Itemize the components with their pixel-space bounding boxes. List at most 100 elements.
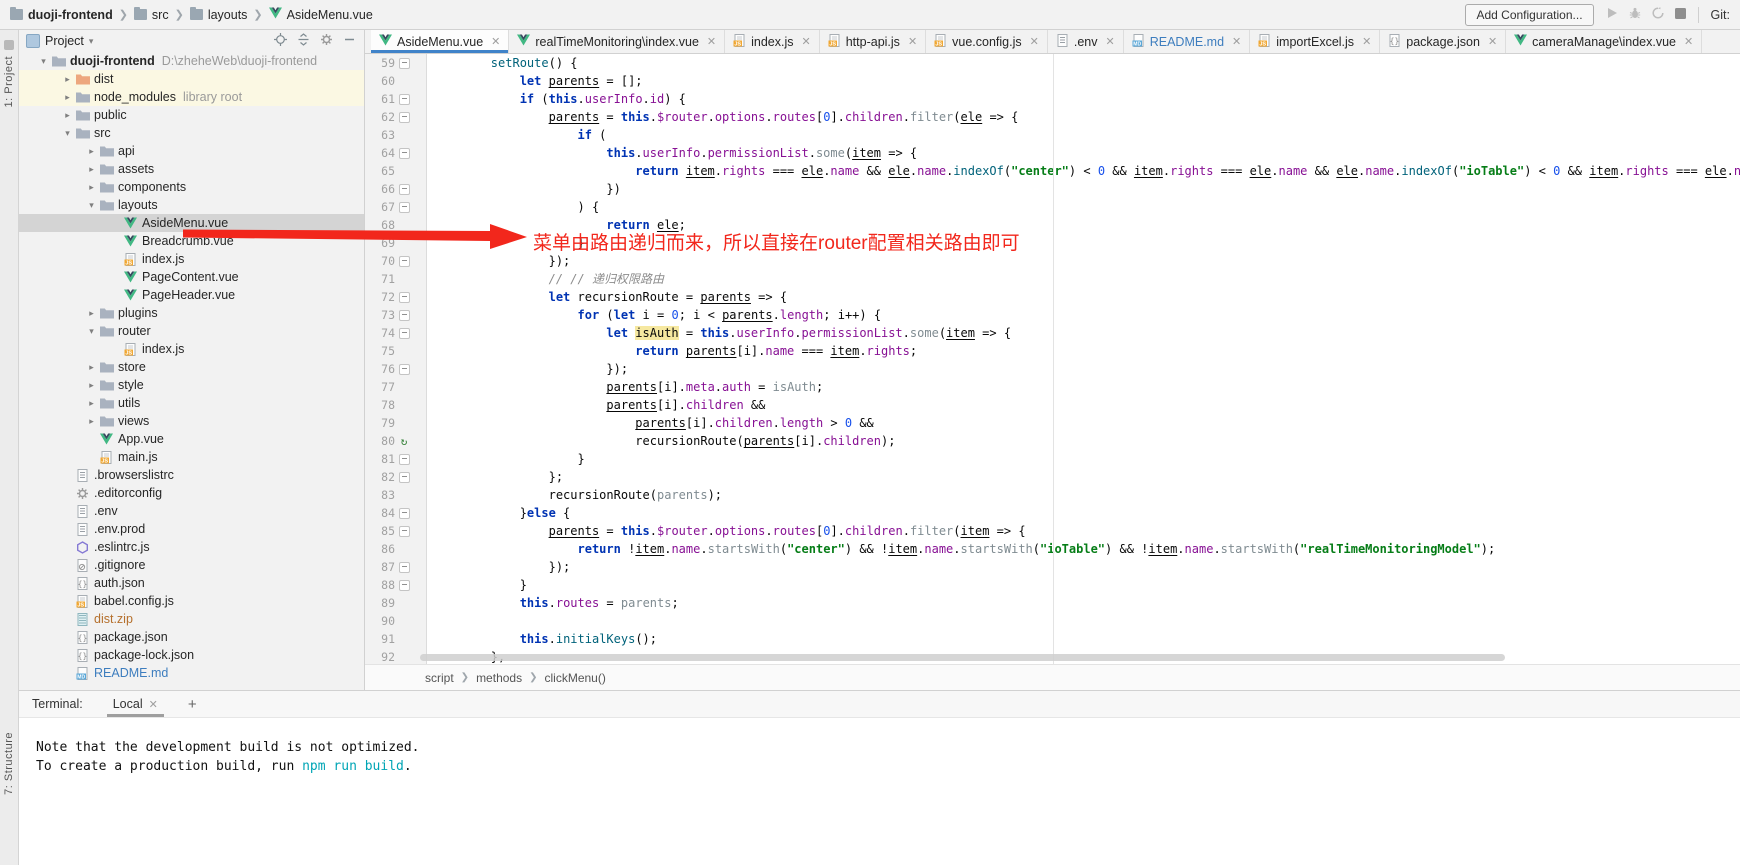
tree-item-store[interactable]: ▸store — [18, 358, 364, 376]
tree-item-dist[interactable]: ▸dist — [18, 70, 364, 88]
tree-item-app-vue[interactable]: App.vue — [18, 430, 364, 448]
project-view-selector[interactable]: Project — [45, 34, 84, 48]
tree-item-auth-json[interactable]: {}auth.json — [18, 574, 364, 592]
fold-icon[interactable] — [399, 562, 410, 573]
recursive-call-icon[interactable]: ↻ — [401, 436, 408, 447]
breadcrumb-clickmenu[interactable]: clickMenu() — [544, 671, 605, 685]
tree-item-pageheader-vue[interactable]: PageHeader.vue — [18, 286, 364, 304]
editor-gutter[interactable]: 71 — [365, 270, 427, 288]
run-icon[interactable] — [1606, 7, 1618, 22]
editor-gutter[interactable]: 88 — [365, 576, 427, 594]
fold-icon[interactable] — [399, 184, 410, 195]
tree-item-babel-config-js[interactable]: JSbabel.config.js — [18, 592, 364, 610]
chevron-down-icon[interactable]: ▾ — [84, 326, 99, 337]
fold-icon[interactable] — [399, 256, 410, 267]
editor-gutter[interactable]: 82 — [365, 468, 427, 486]
fold-icon[interactable] — [399, 472, 410, 483]
fold-icon[interactable] — [399, 94, 410, 105]
breadcrumb-methods[interactable]: methods — [476, 671, 522, 685]
chevron-right-icon[interactable]: ▸ — [84, 164, 99, 175]
tree-item-dist-zip[interactable]: dist.zip — [18, 610, 364, 628]
chevron-right-icon[interactable]: ▸ — [84, 362, 99, 373]
code-editor[interactable]: 59 setRoute() {60 let parents = [];61 if… — [365, 54, 1740, 664]
tree-item--browserslistrc[interactable]: .browserslistrc — [18, 466, 364, 484]
editor-gutter[interactable]: 65 — [365, 162, 427, 180]
close-tab-icon[interactable]: ✕ — [1106, 35, 1115, 48]
tree-item-readme-md[interactable]: MDREADME.md — [18, 664, 364, 682]
editor-gutter[interactable]: 64 — [365, 144, 427, 162]
terminal-tab-local[interactable]: Local ✕ — [107, 691, 164, 717]
tree-item-breadcrumb-vue[interactable]: Breadcrumb.vue — [18, 232, 364, 250]
tab-package-json[interactable]: {}package.json✕ — [1380, 30, 1506, 53]
tree-item-style[interactable]: ▸style — [18, 376, 364, 394]
editor-gutter[interactable]: 69 — [365, 234, 427, 252]
tree-item--gitignore[interactable]: .gitignore — [18, 556, 364, 574]
debug-icon[interactable] — [1629, 7, 1641, 22]
close-icon[interactable]: ✕ — [149, 698, 158, 711]
chevron-right-icon[interactable]: ▸ — [84, 398, 99, 409]
tree-item-package-json[interactable]: {}package.json — [18, 628, 364, 646]
tree-item-duoji-frontend[interactable]: ▾duoji-frontendD:\zheheWeb\duoji-fronten… — [18, 52, 364, 70]
editor-gutter[interactable]: 73 — [365, 306, 427, 324]
fold-icon[interactable] — [399, 580, 410, 591]
project-tool-button[interactable]: 1: Project — [0, 34, 18, 107]
horizontal-scrollbar[interactable] — [420, 654, 1505, 661]
tab-http-api-js[interactable]: JShttp-api.js✕ — [820, 30, 926, 53]
chevron-right-icon[interactable]: ▸ — [84, 308, 99, 319]
close-tab-icon[interactable]: ✕ — [1684, 35, 1693, 48]
chevron-right-icon[interactable]: ▸ — [84, 380, 99, 391]
editor-gutter[interactable]: 76 — [365, 360, 427, 378]
tree-item--editorconfig[interactable]: .editorconfig — [18, 484, 364, 502]
tree-item-assets[interactable]: ▸assets — [18, 160, 364, 178]
editor-gutter[interactable]: 70 — [365, 252, 427, 270]
chevron-down-icon[interactable]: ▾ — [84, 200, 99, 211]
tree-item-src[interactable]: ▾src — [18, 124, 364, 142]
chevron-right-icon[interactable]: ▸ — [60, 110, 75, 121]
locate-icon[interactable] — [274, 33, 287, 49]
editor-gutter[interactable]: 86 — [365, 540, 427, 558]
tab-realtimemonitoring-index-vue[interactable]: realTimeMonitoring\index.vue✕ — [509, 30, 725, 53]
close-tab-icon[interactable]: ✕ — [908, 35, 917, 48]
chevron-right-icon[interactable]: ▸ — [84, 146, 99, 157]
editor-gutter[interactable]: 87 — [365, 558, 427, 576]
tree-item-public[interactable]: ▸public — [18, 106, 364, 124]
terminal-output[interactable]: Note that the development build is not o… — [18, 718, 1740, 776]
editor-gutter[interactable]: 62 — [365, 108, 427, 126]
editor-gutter[interactable]: 89 — [365, 594, 427, 612]
editor-gutter[interactable]: 79 — [365, 414, 427, 432]
breadcrumb-layouts[interactable]: layouts — [190, 8, 248, 22]
fold-icon[interactable] — [399, 454, 410, 465]
chevron-right-icon[interactable]: ▸ — [60, 92, 75, 103]
editor-gutter[interactable]: 74 — [365, 324, 427, 342]
fold-icon[interactable] — [399, 292, 410, 303]
tab--env[interactable]: .env✕ — [1048, 30, 1124, 53]
close-tab-icon[interactable]: ✕ — [1232, 35, 1241, 48]
tree-item-api[interactable]: ▸api — [18, 142, 364, 160]
tree-item-pagecontent-vue[interactable]: PageContent.vue — [18, 268, 364, 286]
profile-icon[interactable] — [1652, 7, 1664, 22]
tree-item--env-prod[interactable]: .env.prod — [18, 520, 364, 538]
fold-icon[interactable] — [399, 508, 410, 519]
editor-gutter[interactable]: 67 — [365, 198, 427, 216]
fold-icon[interactable] — [399, 202, 410, 213]
tree-item--eslintrc-js[interactable]: .eslintrc.js — [18, 538, 364, 556]
tab-asidemenu-vue[interactable]: AsideMenu.vue✕ — [371, 30, 509, 53]
fold-icon[interactable] — [399, 310, 410, 321]
editor-gutter[interactable]: 61 — [365, 90, 427, 108]
tab-vue-config-js[interactable]: JSvue.config.js✕ — [926, 30, 1048, 53]
editor-gutter[interactable]: 72 — [365, 288, 427, 306]
hide-icon[interactable] — [343, 33, 356, 49]
settings-icon[interactable] — [320, 33, 333, 49]
tab-readme-md[interactable]: MDREADME.md✕ — [1124, 30, 1251, 53]
breadcrumb-script[interactable]: script — [425, 671, 454, 685]
tab-cameramanage-index-vue[interactable]: cameraManage\index.vue✕ — [1506, 30, 1702, 53]
editor-gutter[interactable]: 92 — [365, 648, 427, 664]
fold-icon[interactable] — [399, 526, 410, 537]
close-tab-icon[interactable]: ✕ — [1030, 35, 1039, 48]
tree-item-asidemenu-vue[interactable]: AsideMenu.vue — [18, 214, 364, 232]
editor-gutter[interactable]: 66 — [365, 180, 427, 198]
chevron-down-icon[interactable]: ▾ — [89, 36, 94, 47]
tree-item-index-js[interactable]: JSindex.js — [18, 340, 364, 358]
editor-gutter[interactable]: 75 — [365, 342, 427, 360]
editor-gutter[interactable]: 91 — [365, 630, 427, 648]
